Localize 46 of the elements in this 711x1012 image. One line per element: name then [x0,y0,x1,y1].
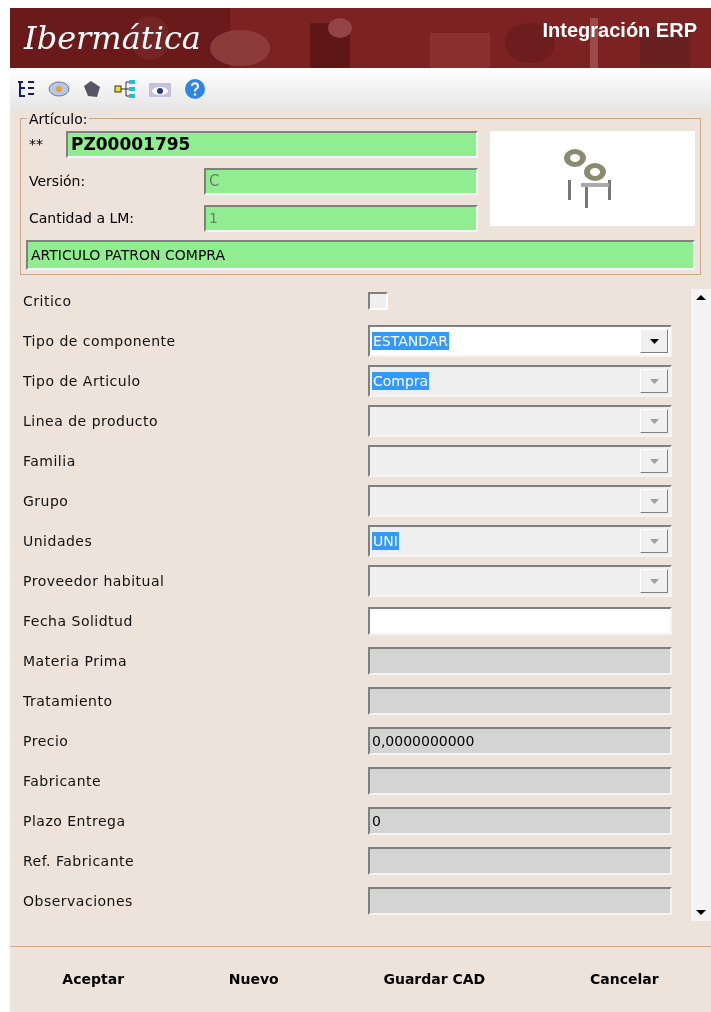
field-label: Cantidad a LM: [28,209,136,228]
input-field[interactable] [368,607,672,635]
help-icon[interactable] [184,78,206,100]
field-label: Tipo de componente [23,331,177,351]
field-label: Ref. Fabricante [23,851,136,871]
action-button[interactable]: Nuevo [222,965,285,994]
checkbox[interactable] [368,292,388,310]
caret-icon [649,538,659,544]
field-label: Precio [23,731,70,751]
field-label: Proveedor habitual [23,571,166,591]
network-icon[interactable] [114,79,136,99]
code-prefix: ** [28,135,44,154]
field-label: Observaciones [23,891,134,911]
dropdown-value: ESTANDAR [372,332,450,350]
field-label: Fecha Solidtud [23,611,134,631]
field-label: Grupo [23,491,70,511]
action-button[interactable]: Aceptar [56,965,131,994]
caret-icon [649,498,659,504]
field-label: Tipo de Articulo [23,371,142,391]
tree-icon[interactable] [16,79,36,99]
scrollbar[interactable] [691,289,711,921]
field-label: Tratamiento [23,691,114,711]
stone-icon[interactable] [82,80,102,98]
dropdown-value: UNI [372,532,399,550]
caret-icon [649,418,659,424]
caret-icon [649,578,659,584]
field-label: Familia [23,451,77,471]
field-label: Materia Prima [23,651,128,671]
logo: Ibermática [24,22,201,54]
field-label: Plazo Entrega [23,811,127,831]
caret-icon [649,458,659,464]
window-title: Integración ERP [542,18,697,43]
caret-icon [649,378,659,384]
dropdown-button[interactable] [640,329,668,353]
field-label: Fabricante [23,771,103,791]
field-label: Unidades [23,531,94,551]
field-label: Versión: [28,172,87,191]
code-field[interactable]: PZ00001795 [66,131,478,158]
action-button[interactable]: Cancelar [583,965,665,994]
action-button[interactable]: Guardar CAD [377,965,492,994]
dropdown-value: Compra [372,372,430,390]
field-label: Linea de producto [23,411,160,431]
eye-icon[interactable] [148,80,172,98]
field-label: Critico [23,291,73,311]
caret-icon [649,338,659,344]
description-field[interactable]: ARTICULO PATRON COMPRA [26,240,695,270]
